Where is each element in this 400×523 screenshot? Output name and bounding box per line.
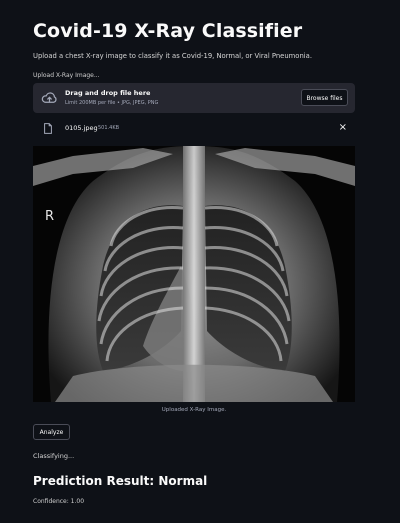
uploaded-file-name: 0105.jpeg [65, 124, 98, 132]
prediction-result: Prediction Result: Normal [33, 474, 208, 488]
status-text: Classifying... [33, 452, 75, 460]
image-caption: Uploaded X-Ray Image. [161, 407, 227, 413]
uploaded-xray-image: R [33, 146, 355, 402]
page-description: Upload a chest X-ray image to classify i… [33, 52, 312, 60]
file-dropzone[interactable]: Drag and drop file here Limit 200MB per … [33, 83, 355, 113]
analyze-button[interactable]: Analyze [33, 424, 70, 440]
app-page: Covid-19 X-Ray Classifier Upload a chest… [0, 0, 400, 523]
remove-file-button[interactable]: × [339, 122, 347, 133]
browse-files-button[interactable]: Browse files [301, 89, 348, 106]
uploaded-file-row: 0105.jpeg 501.4KB × [33, 120, 355, 136]
page-title: Covid-19 X-Ray Classifier [33, 20, 303, 42]
uploader-label: Upload X-Ray Image... [33, 72, 100, 79]
file-icon [44, 123, 52, 134]
dropzone-limit-text: Limit 200MB per file • JPG, JPEG, PNG [65, 100, 159, 106]
xray-side-marker: R [45, 209, 54, 224]
cloud-upload-icon [41, 92, 57, 103]
uploaded-file-size: 501.4KB [98, 125, 120, 131]
confidence-text: Confidence: 1.00 [33, 498, 85, 505]
dropzone-title: Drag and drop file here [65, 89, 151, 97]
